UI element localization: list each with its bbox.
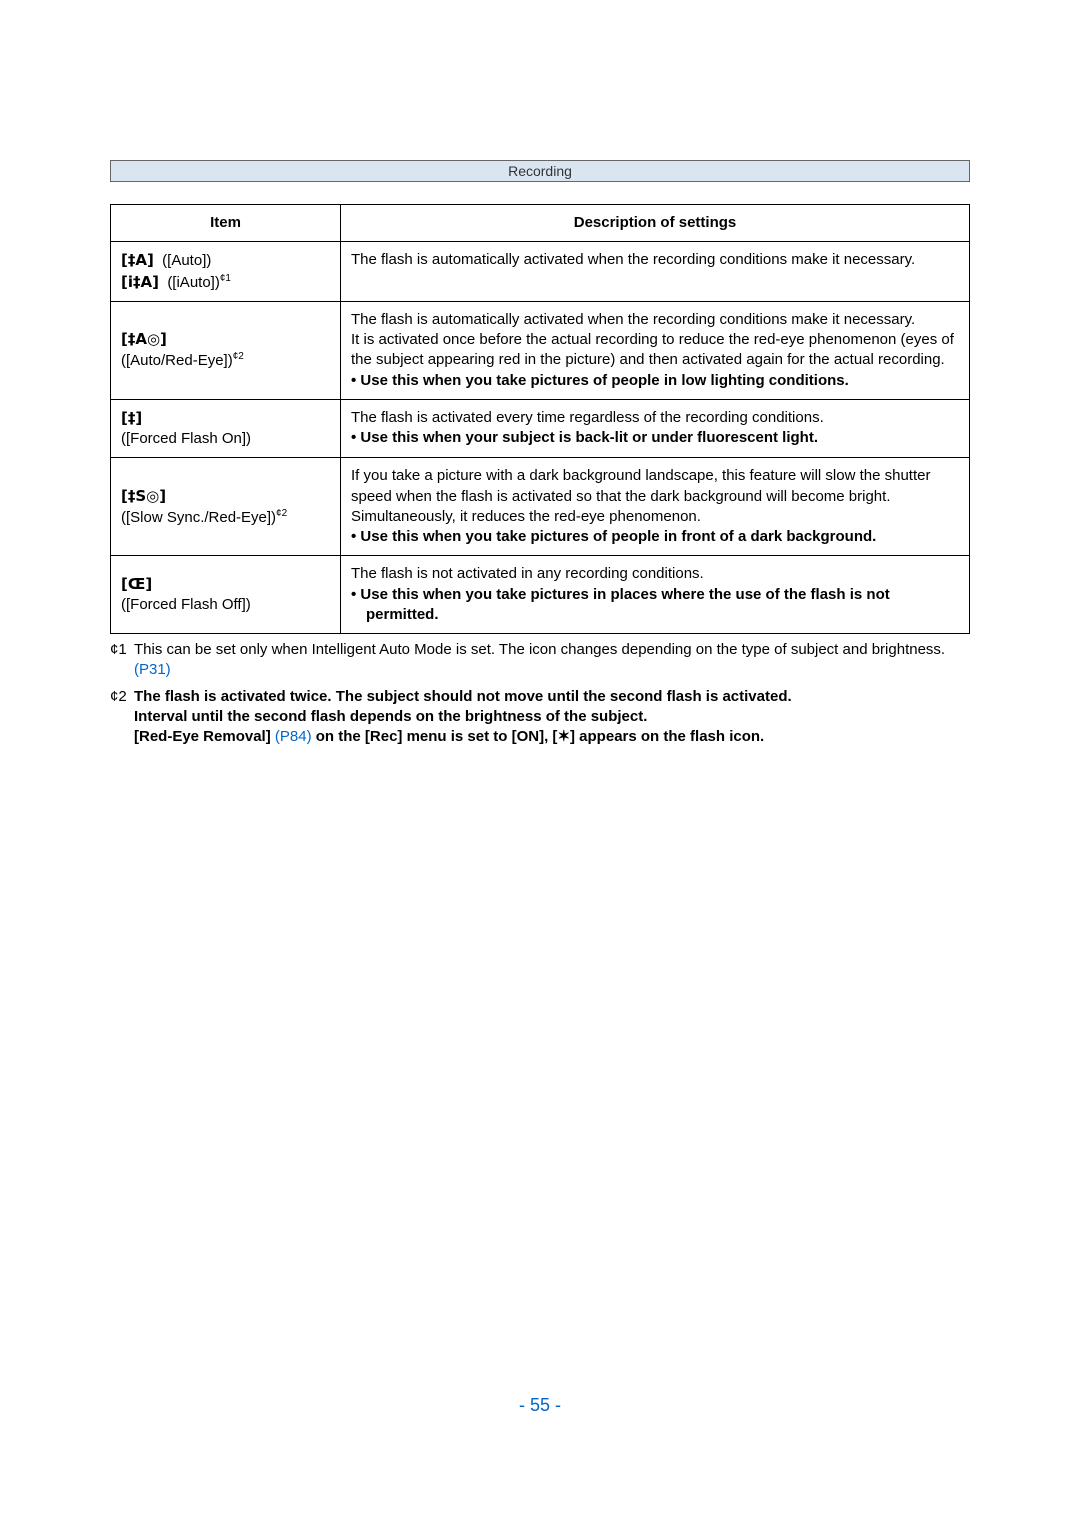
item-cell: [‡A◎] ([Auto/Red-Eye])¢2 <box>111 301 341 399</box>
item-label: ([Forced Flash Off]) <box>121 596 251 613</box>
redeye-removal-icon: ✶ <box>557 728 570 745</box>
desc-cell: The flash is activated every time regard… <box>341 399 970 458</box>
item-cell: [‡] ([Forced Flash On]) <box>111 399 341 458</box>
flash-auto-icon: [‡A] <box>121 251 154 269</box>
desc-bullet: Use this when you take pictures in place… <box>360 586 889 623</box>
page-number: - 55 - <box>0 1395 1080 1416</box>
item-label: ([iAuto]) <box>167 274 220 291</box>
flash-forced-on-icon: [‡] <box>121 409 142 427</box>
table-row: [‡A] ([Auto]) [i‡A] ([iAuto])¢1 The flas… <box>111 242 970 302</box>
flash-settings-table: Item Description of settings [‡A] ([Auto… <box>110 204 970 634</box>
desc-bullet: Use this when you take pictures of peopl… <box>360 528 876 545</box>
flash-slow-redeye-icon: [‡S◎] <box>121 487 166 505</box>
desc-cell: The flash is not activated in any record… <box>341 556 970 634</box>
footnote-ref: ¢2 <box>233 351 244 362</box>
page-link[interactable]: (P31) <box>134 661 171 678</box>
item-label: ([Forced Flash On]) <box>121 430 251 447</box>
flash-auto-redeye-icon: [‡A◎] <box>121 330 167 348</box>
flash-forced-off-icon: [Œ] <box>121 575 152 593</box>
section-header: Recording <box>110 160 970 182</box>
item-label: ([Auto]) <box>162 252 211 269</box>
desc-cell: The flash is automatically activated whe… <box>341 242 970 302</box>
footnote-2: ¢2The flash is activated twice. The subj… <box>110 687 970 748</box>
item-cell: [Œ] ([Forced Flash Off]) <box>111 556 341 634</box>
table-row: [‡A◎] ([Auto/Red-Eye])¢2 The flash is au… <box>111 301 970 399</box>
col-header-item: Item <box>111 205 341 242</box>
table-row: [‡] ([Forced Flash On]) The flash is act… <box>111 399 970 458</box>
desc-cell: The flash is automatically activated whe… <box>341 301 970 399</box>
footnote-ref: ¢2 <box>276 508 287 519</box>
desc-bullet: Use this when you take pictures of peopl… <box>360 372 848 389</box>
desc-bullet: Use this when your subject is back-lit o… <box>360 429 818 446</box>
col-header-desc: Description of settings <box>341 205 970 242</box>
item-cell: [‡S◎] ([Slow Sync./Red-Eye])¢2 <box>111 458 341 556</box>
page-link[interactable]: (P84) <box>271 728 312 745</box>
flash-iauto-icon: [i‡A] <box>121 273 159 291</box>
item-cell: [‡A] ([Auto]) [i‡A] ([iAuto])¢1 <box>111 242 341 302</box>
table-row: [‡S◎] ([Slow Sync./Red-Eye])¢2 If you ta… <box>111 458 970 556</box>
item-label: ([Slow Sync./Red-Eye]) <box>121 509 276 526</box>
desc-cell: If you take a picture with a dark backgr… <box>341 458 970 556</box>
footnote-1: ¢1This can be set only when Intelligent … <box>110 640 970 681</box>
item-label: ([Auto/Red-Eye]) <box>121 352 233 369</box>
table-row: [Œ] ([Forced Flash Off]) The flash is no… <box>111 556 970 634</box>
footnote-ref: ¢1 <box>220 273 231 284</box>
